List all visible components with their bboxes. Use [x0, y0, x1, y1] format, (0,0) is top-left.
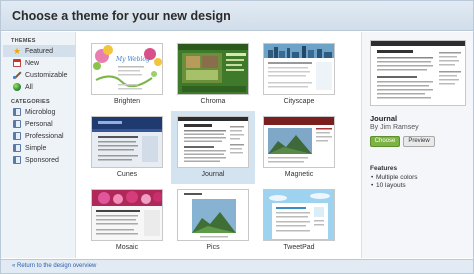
feature-item: Multiple colors — [371, 174, 417, 181]
sidebar-item-label: Sponsored — [25, 156, 59, 164]
theme-grid: My Weblog Brighten Chroma Cityscape Cune… — [77, 32, 360, 258]
theme-name: TweetPad — [283, 244, 315, 251]
theme-thumbnail — [177, 189, 249, 241]
sidebar: THEMES ★ Featured New Customizable All C… — [1, 32, 76, 258]
theme-name: Cityscape — [283, 98, 315, 105]
paintbrush-icon — [13, 71, 21, 79]
theme-card-mosaic[interactable]: Mosaic — [85, 184, 169, 257]
sidebar-item-label: New — [25, 59, 40, 67]
categories-heading: CATEGORIES — [11, 99, 50, 105]
star-icon: ★ — [13, 46, 22, 56]
sidebar-item-label: Featured — [25, 47, 54, 55]
dialog-header: Choose a theme for your new design — [1, 1, 473, 31]
theme-thumbnail — [177, 43, 249, 95]
theme-name: Chroma — [200, 98, 226, 105]
theme-name: Journal — [201, 171, 225, 178]
sidebar-item-microblog[interactable]: Microblog — [3, 106, 75, 118]
category-icon — [13, 132, 21, 140]
theme-thumbnail — [263, 189, 335, 241]
sidebar-item-personal[interactable]: Personal — [3, 118, 75, 130]
feature-item: 10 layouts — [371, 182, 406, 189]
sidebar-item-new[interactable]: New — [3, 57, 75, 69]
theme-card-cunes[interactable]: Cunes — [85, 111, 169, 184]
theme-thumbnail — [263, 116, 335, 168]
sidebar-item-label: All — [25, 83, 33, 91]
dialog-footer: « Return to the design overview — [1, 259, 473, 273]
dialog-title: Choose a theme for your new design — [12, 9, 231, 23]
theme-card-chroma[interactable]: Chroma — [171, 38, 255, 111]
theme-name: Pics — [206, 244, 220, 251]
category-icon — [13, 156, 21, 164]
category-icon — [13, 120, 21, 128]
preview-button[interactable]: Preview — [403, 136, 435, 147]
theme-card-journal[interactable]: Journal — [171, 111, 255, 184]
theme-thumbnail: My Weblog — [91, 43, 163, 95]
sidebar-item-sponsored[interactable]: Sponsored — [3, 154, 75, 166]
themes-heading: THEMES — [11, 38, 36, 44]
features-heading: Features — [370, 165, 398, 172]
category-icon — [13, 108, 21, 116]
globe-icon — [13, 83, 21, 91]
theme-name: Brighten — [113, 98, 141, 105]
preview-theme-author: By Jim Ramsey — [370, 124, 419, 131]
svg-text:My Weblog: My Weblog — [115, 56, 150, 63]
sidebar-item-featured[interactable]: ★ Featured — [3, 45, 75, 57]
sidebar-item-label: Professional — [25, 132, 64, 140]
theme-name: Mosaic — [115, 244, 139, 251]
preview-thumbnail — [370, 40, 466, 106]
sidebar-item-professional[interactable]: Professional — [3, 130, 75, 142]
theme-card-pics[interactable]: Pics — [171, 184, 255, 257]
theme-name: Cunes — [116, 171, 138, 178]
theme-thumbnail — [177, 116, 249, 168]
theme-thumbnail — [263, 43, 335, 95]
theme-card-magnetic[interactable]: Magnetic — [257, 111, 341, 184]
theme-thumbnail — [91, 116, 163, 168]
theme-thumbnail — [91, 189, 163, 241]
choose-button[interactable]: Choose — [370, 136, 400, 147]
sidebar-item-label: Microblog — [25, 108, 56, 116]
theme-preview-panel: Journal By Jim Ramsey Choose Preview Fea… — [361, 32, 473, 258]
sidebar-item-label: Customizable — [25, 71, 68, 79]
return-to-overview-link[interactable]: « Return to the design overview — [12, 263, 96, 269]
sidebar-item-customizable[interactable]: Customizable — [3, 69, 75, 81]
sidebar-item-all[interactable]: All — [3, 81, 75, 93]
theme-name: Magnetic — [284, 171, 314, 178]
calendar-icon — [13, 59, 21, 67]
theme-card-cityscape[interactable]: Cityscape — [257, 38, 341, 111]
category-icon — [13, 144, 21, 152]
sidebar-item-simple[interactable]: Simple — [3, 142, 75, 154]
preview-theme-name: Journal — [370, 114, 398, 123]
theme-card-tweetpad[interactable]: TweetPad — [257, 184, 341, 257]
theme-card-brighten[interactable]: My Weblog Brighten — [85, 38, 169, 111]
sidebar-item-label: Personal — [25, 120, 53, 128]
sidebar-item-label: Simple — [25, 144, 47, 152]
